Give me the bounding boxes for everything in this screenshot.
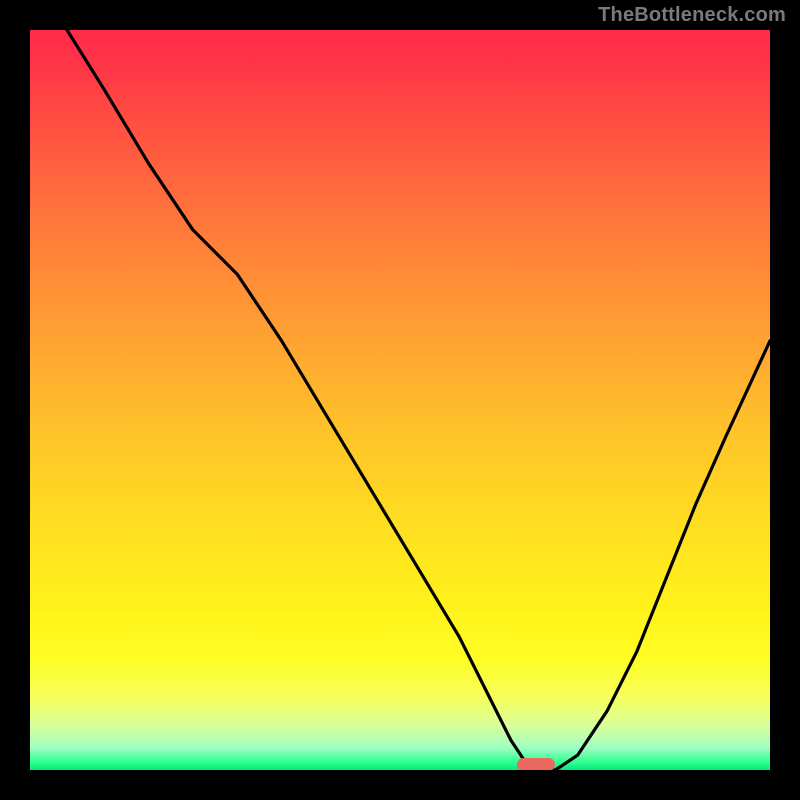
bottleneck-curve — [30, 30, 770, 770]
curve-path — [67, 30, 770, 770]
optimum-marker — [517, 758, 555, 770]
plot-area — [30, 30, 770, 770]
watermark-text: TheBottleneck.com — [598, 4, 786, 27]
chart-frame: TheBottleneck.com — [0, 0, 800, 800]
